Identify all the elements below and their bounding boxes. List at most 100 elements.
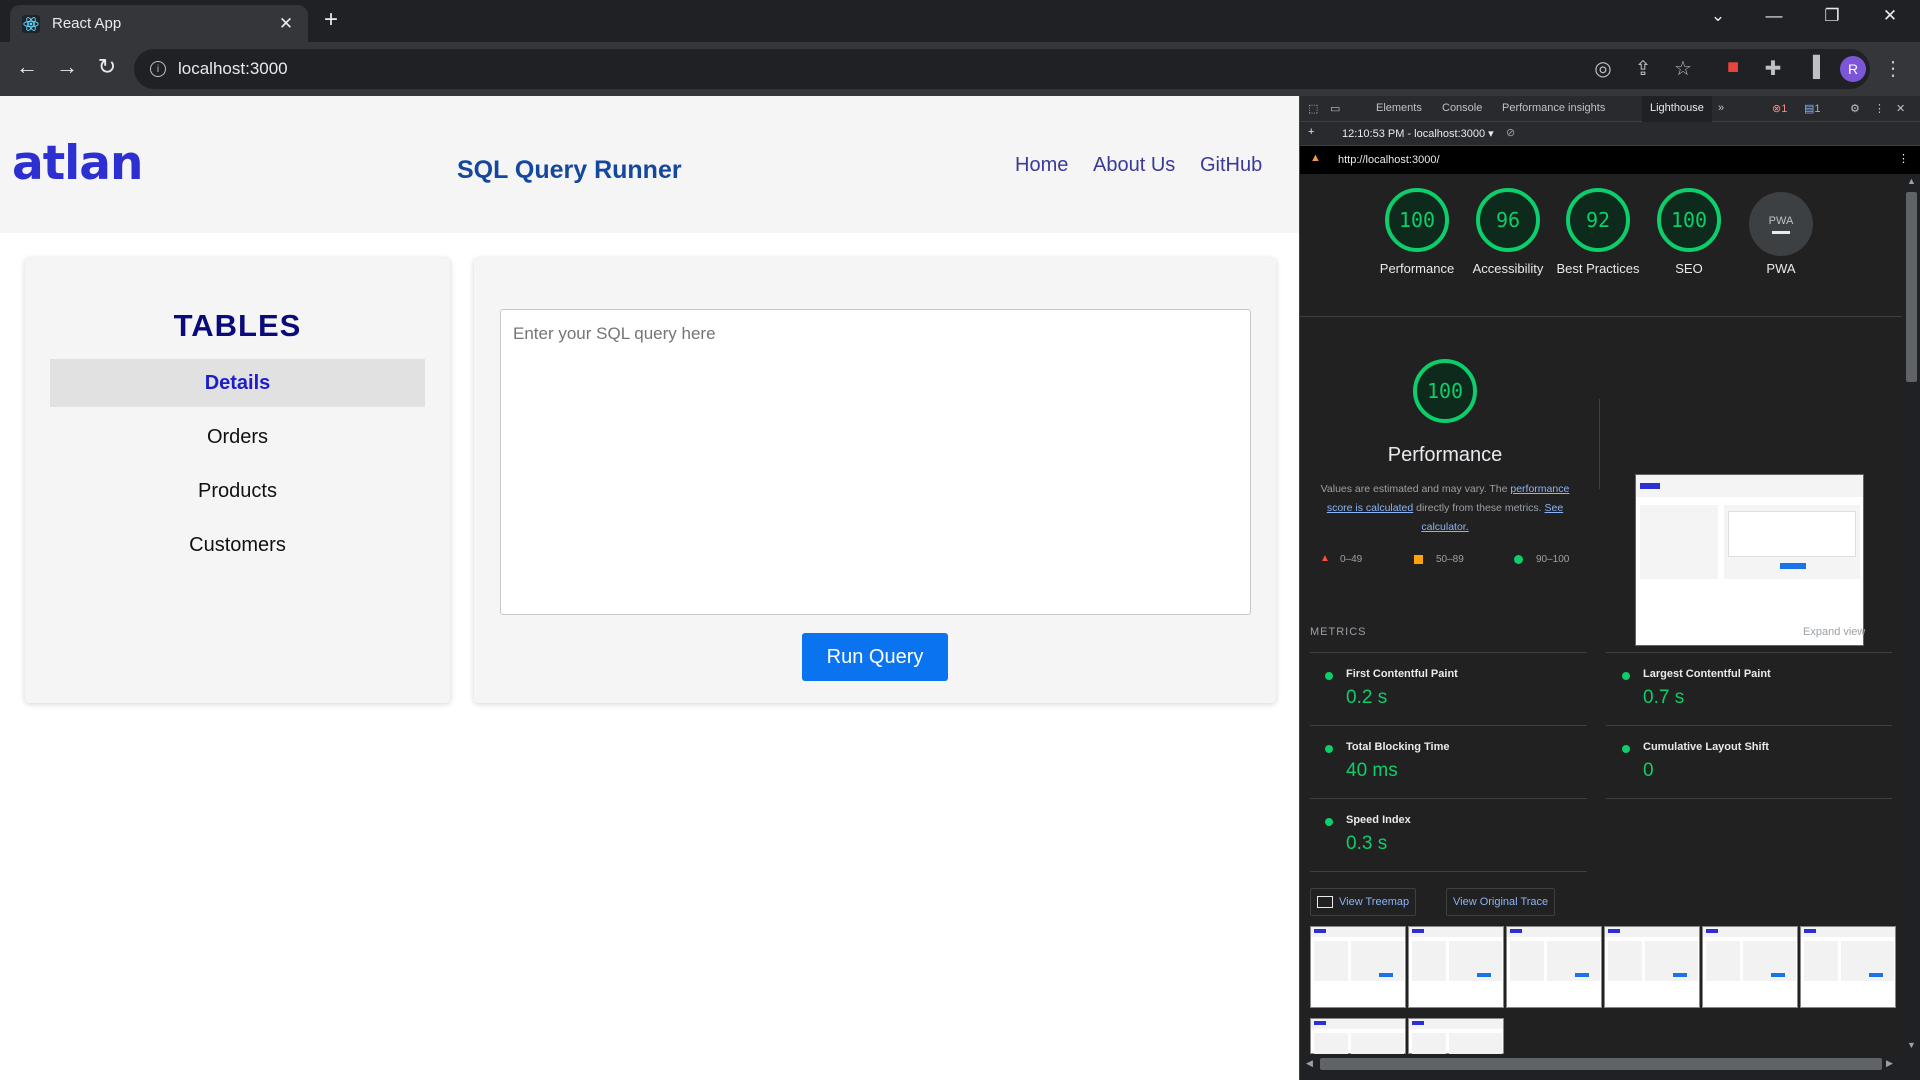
- share-icon[interactable]: ⇪: [1630, 56, 1656, 81]
- lighthouse-report: 100 Performance 96 Accessibility 92 Best…: [1300, 174, 1902, 1054]
- table-item-customers[interactable]: Customers: [50, 521, 425, 569]
- scroll-left-icon[interactable]: ◀: [1306, 1058, 1313, 1069]
- bookmark-star-icon[interactable]: ☆: [1670, 56, 1696, 81]
- devtools-menu-icon[interactable]: ⋮: [1874, 102, 1885, 115]
- metric-name-lcp: Largest Contentful Paint: [1643, 668, 1771, 680]
- table-item-products[interactable]: Products: [50, 467, 425, 515]
- app-header: atlan SQL Query Runner Home About Us Git…: [0, 96, 1299, 233]
- nav-home-link[interactable]: Home: [1015, 154, 1068, 177]
- site-info-icon[interactable]: i: [150, 61, 166, 77]
- settings-gear-icon[interactable]: ⚙: [1850, 102, 1860, 115]
- tab-elements[interactable]: Elements: [1376, 102, 1422, 114]
- browser-toolbar: ← → ↻ i localhost:3000 ◎ ⇪ ☆ ■ ✚ ▐ R ⋮: [0, 42, 1920, 96]
- message-count-badge[interactable]: ▤1: [1804, 102, 1821, 115]
- vertical-scrollbar[interactable]: ▲ ▼: [1902, 174, 1920, 1054]
- restore-icon[interactable]: ❐: [1810, 6, 1854, 26]
- error-count-badge[interactable]: ⊗1: [1772, 102, 1787, 115]
- back-icon[interactable]: ←: [12, 54, 42, 80]
- scroll-right-icon[interactable]: ▶: [1886, 1058, 1893, 1069]
- table-item-details[interactable]: Details: [50, 359, 425, 407]
- filmstrip-frame: [1506, 926, 1602, 1008]
- performance-gauge[interactable]: 100: [1385, 188, 1449, 252]
- performance-note: Values are estimated and may vary. The p…: [1310, 480, 1580, 537]
- lighthouse-icon: ▲: [1310, 152, 1321, 164]
- filmstrip-frame: [1310, 926, 1406, 1008]
- reload-icon[interactable]: ↻: [92, 54, 122, 80]
- nav-github-link[interactable]: GitHub: [1200, 154, 1262, 177]
- side-panel-icon[interactable]: ▐: [1800, 56, 1826, 79]
- new-tab-icon[interactable]: +: [324, 8, 338, 32]
- minimize-icon[interactable]: —: [1752, 6, 1796, 26]
- more-tabs-icon[interactable]: »: [1718, 102, 1724, 114]
- inspect-element-icon[interactable]: ⬚: [1308, 102, 1318, 115]
- divider: [1310, 798, 1587, 799]
- view-treemap-label: View Treemap: [1339, 896, 1410, 908]
- pwa-badge[interactable]: PWA: [1749, 192, 1813, 256]
- performance-title: Performance: [1387, 444, 1503, 466]
- divider: [1606, 798, 1892, 799]
- pwa-dash-icon: [1772, 230, 1790, 234]
- tab-lighthouse[interactable]: Lighthouse: [1642, 96, 1712, 122]
- device-toolbar-icon[interactable]: ▭: [1330, 102, 1340, 115]
- legend-fail: 0–49: [1340, 554, 1363, 565]
- view-trace-label: View Original Trace: [1453, 896, 1549, 908]
- expand-view-toggle[interactable]: Expand view: [1803, 626, 1865, 638]
- report-url[interactable]: http://localhost:3000/: [1338, 154, 1440, 166]
- extension-icon[interactable]: ■: [1720, 56, 1746, 79]
- accessibility-gauge[interactable]: 96: [1476, 188, 1540, 252]
- metrics-heading: METRICS: [1310, 626, 1367, 638]
- average-square-icon: [1414, 555, 1423, 564]
- tab-search-icon[interactable]: ⌄: [1696, 6, 1740, 26]
- page-title: SQL Query Runner: [457, 156, 682, 184]
- tab-performance-insights[interactable]: Performance insights: [1502, 102, 1605, 114]
- treemap-icon: [1317, 896, 1333, 908]
- tab-console[interactable]: Console: [1442, 102, 1482, 114]
- nav-about-link[interactable]: About Us: [1093, 154, 1175, 177]
- react-icon: [22, 14, 40, 33]
- clear-reports-icon[interactable]: ⊘: [1506, 126, 1515, 139]
- tracking-blocked-icon[interactable]: ◎: [1590, 56, 1616, 81]
- close-window-icon[interactable]: ✕: [1868, 6, 1912, 26]
- chrome-menu-icon[interactable]: ⋮: [1880, 56, 1906, 81]
- legend-pass: 90–100: [1536, 554, 1570, 565]
- metric-pass-icon: [1325, 818, 1333, 826]
- scrollbar-thumb[interactable]: [1906, 192, 1917, 382]
- divider: [1606, 725, 1892, 726]
- best-practices-gauge[interactable]: 92: [1566, 188, 1630, 252]
- scroll-up-icon[interactable]: ▲: [1907, 176, 1916, 186]
- metric-pass-icon: [1325, 672, 1333, 680]
- metric-pass-icon: [1622, 672, 1630, 680]
- url-text: localhost:3000: [178, 59, 288, 78]
- final-screenshot[interactable]: [1635, 474, 1864, 646]
- new-report-icon[interactable]: +: [1308, 126, 1314, 138]
- seo-gauge[interactable]: 100: [1657, 188, 1721, 252]
- horizontal-scrollbar[interactable]: ◀ ▶: [1300, 1054, 1920, 1074]
- metric-name-si: Speed Index: [1346, 814, 1411, 826]
- browser-tab[interactable]: React App ✕: [10, 5, 308, 42]
- close-tab-icon[interactable]: ✕: [276, 14, 296, 34]
- scroll-down-icon[interactable]: ▼: [1907, 1040, 1916, 1050]
- horizontal-scrollbar-thumb[interactable]: [1320, 1058, 1882, 1070]
- extensions-puzzle-icon[interactable]: ✚: [1760, 56, 1786, 81]
- best-practices-gauge-label: Best Practices: [1556, 261, 1640, 276]
- metric-pass-icon: [1622, 745, 1630, 753]
- filmstrip-frame: [1800, 926, 1896, 1008]
- table-item-orders[interactable]: Orders: [50, 413, 425, 461]
- lighthouse-toolbar: + 12:10:53 PM - localhost:3000 ▾ ⊘: [1300, 122, 1920, 146]
- view-treemap-button[interactable]: View Treemap: [1310, 888, 1417, 916]
- close-devtools-icon[interactable]: ✕: [1896, 102, 1905, 115]
- metric-value-tbt: 40 ms: [1346, 760, 1398, 781]
- performance-note-text-2: directly from these metrics.: [1413, 502, 1545, 514]
- report-selector[interactable]: 12:10:53 PM - localhost:3000 ▾: [1342, 127, 1494, 140]
- metric-value-lcp: 0.7 s: [1643, 687, 1685, 708]
- forward-icon[interactable]: →: [52, 54, 82, 80]
- screenshot-tables-panel: [1640, 505, 1718, 579]
- sql-query-input[interactable]: [500, 309, 1251, 615]
- profile-avatar[interactable]: R: [1840, 56, 1866, 82]
- accessibility-gauge-label: Accessibility: [1472, 261, 1544, 276]
- run-query-button[interactable]: Run Query: [802, 633, 948, 681]
- view-original-trace-button[interactable]: View Original Trace: [1446, 888, 1556, 916]
- atlan-logo[interactable]: atlan: [12, 136, 143, 191]
- report-selector-text: 12:10:53 PM - localhost:3000: [1342, 128, 1486, 140]
- report-menu-icon[interactable]: ⋮: [1898, 152, 1909, 165]
